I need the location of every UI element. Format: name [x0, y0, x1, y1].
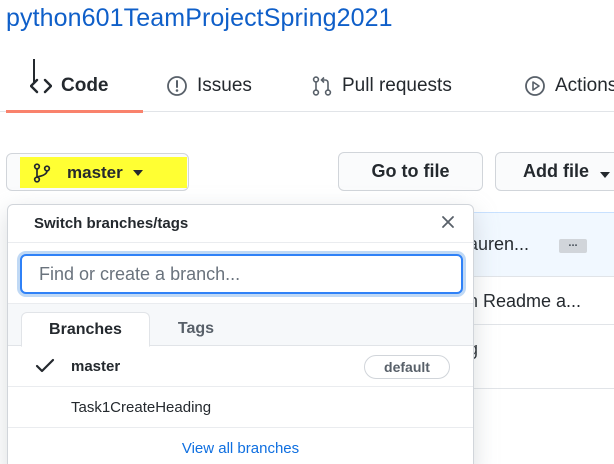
- active-tab-indicator: [6, 110, 143, 113]
- menu-title: Switch branches/tags: [34, 215, 189, 232]
- branch-name: master: [67, 162, 123, 182]
- check-icon: [35, 358, 55, 374]
- text-cursor: [33, 59, 35, 82]
- repo-title[interactable]: python601TeamProjectSpring2021: [6, 4, 393, 33]
- branch-item-master[interactable]: master default: [8, 346, 473, 387]
- tab-pull-requests[interactable]: Pull requests: [311, 60, 452, 112]
- tab-issues-label: Issues: [197, 75, 252, 96]
- view-all-branches-link[interactable]: View all branches: [8, 440, 473, 457]
- tab-actions[interactable]: Actions: [524, 60, 614, 112]
- branch-filter-input[interactable]: [20, 254, 463, 294]
- expand-commit-button[interactable]: ...: [559, 238, 587, 253]
- filter-area: [8, 243, 473, 304]
- tab-branches[interactable]: Branches: [21, 312, 150, 347]
- row-divider: [468, 388, 614, 389]
- branch-item-task1createheading[interactable]: Task1CreateHeading: [8, 387, 473, 428]
- branch-select-label[interactable]: master: [20, 157, 187, 188]
- file-row: h Readme a...: [468, 276, 614, 324]
- tab-pull-requests-label: Pull requests: [342, 75, 452, 96]
- caret-down-icon: [132, 169, 143, 176]
- tab-actions-label: Actions: [555, 75, 614, 96]
- branch-item-label: Task1CreateHeading: [71, 399, 212, 416]
- tab-tags[interactable]: Tags: [154, 312, 238, 346]
- repo-nav: Code Issues Pull requests Actions: [0, 60, 614, 112]
- close-icon[interactable]: [440, 214, 456, 230]
- tab-issues[interactable]: Issues: [166, 60, 252, 112]
- play-icon: [524, 75, 546, 97]
- file-row: g: [468, 324, 614, 388]
- git-branch-icon: [33, 162, 51, 183]
- default-badge: default: [364, 355, 450, 379]
- caret-down-icon: [600, 154, 611, 191]
- menu-header: Switch branches/tags: [8, 205, 473, 243]
- go-to-file-button[interactable]: Go to file: [338, 152, 483, 191]
- git-pull-request-icon: [311, 75, 333, 97]
- branch-switch-menu: Switch branches/tags Branches Tags maste…: [7, 204, 474, 464]
- menu-tabs: Branches Tags: [8, 304, 473, 347]
- add-file-label: Add file: [523, 161, 589, 181]
- issue-opened-icon: [166, 75, 188, 97]
- file-row-message: h Readme a...: [468, 291, 582, 311]
- commit-author-text: auren...: [468, 234, 530, 254]
- commit-info-row: auren... ...: [468, 212, 614, 276]
- tab-code-label: Code: [61, 75, 109, 96]
- branch-item-label: master: [71, 358, 121, 375]
- add-file-button[interactable]: Add file: [495, 152, 614, 191]
- tab-code[interactable]: Code: [30, 60, 109, 112]
